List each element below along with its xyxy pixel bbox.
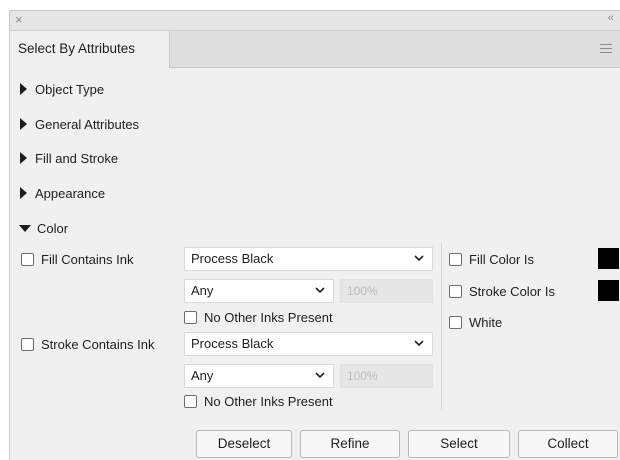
- chevron-down-icon: [315, 372, 325, 379]
- panel-tab-bar: Select By Attributes: [10, 31, 620, 68]
- chevron-down-icon: [414, 340, 424, 347]
- close-icon[interactable]: ×: [15, 12, 23, 27]
- triangle-right-icon: [20, 118, 27, 130]
- triangle-right-icon: [20, 152, 27, 164]
- fill-ink-select-value: Process Black: [191, 251, 274, 266]
- chevron-down-icon: [315, 287, 325, 294]
- deselect-button[interactable]: Deselect: [196, 430, 292, 458]
- stroke-tint-select-value: Any: [191, 368, 214, 383]
- triangle-right-icon: [20, 83, 27, 95]
- section-color[interactable]: Color: [19, 218, 69, 238]
- fill-no-other-inks-label: No Other Inks Present: [204, 309, 333, 325]
- stroke-no-other-inks-label: No Other Inks Present: [204, 393, 333, 409]
- section-label: General Attributes: [35, 116, 140, 132]
- stroke-ink-select[interactable]: Process Black: [184, 332, 433, 356]
- fill-color-is-label: Fill Color Is: [469, 251, 535, 267]
- stroke-contains-ink-row[interactable]: Stroke Contains Ink: [21, 335, 154, 353]
- fill-tint-select[interactable]: Any: [184, 279, 334, 303]
- fill-color-swatch[interactable]: [598, 248, 619, 269]
- select-by-attributes-panel: × ‹‹ Select By Attributes Object Type Ge…: [9, 10, 620, 460]
- section-label: Color: [37, 220, 69, 236]
- section-fill-and-stroke[interactable]: Fill and Stroke: [20, 148, 118, 168]
- column-divider: [441, 243, 442, 409]
- hamburger-menu-icon[interactable]: [600, 44, 612, 54]
- fill-tint-percent-field: 100%: [340, 279, 433, 303]
- select-button[interactable]: Select: [408, 430, 510, 458]
- collect-button[interactable]: Collect: [518, 430, 618, 458]
- stroke-color-swatch[interactable]: [598, 280, 619, 301]
- section-label: Appearance: [35, 185, 106, 201]
- stroke-tint-select[interactable]: Any: [184, 364, 334, 388]
- refine-button[interactable]: Refine: [300, 430, 400, 458]
- chevron-down-icon: [414, 255, 424, 262]
- collapse-panel-icon[interactable]: ‹‹: [608, 12, 614, 24]
- tab-select-by-attributes[interactable]: Select By Attributes: [10, 31, 170, 68]
- stroke-color-is-label: Stroke Color Is: [469, 283, 555, 299]
- fill-contains-ink-checkbox[interactable]: [21, 252, 34, 266]
- fill-color-is-row[interactable]: Fill Color Is: [449, 250, 534, 268]
- fill-tint-select-value: Any: [191, 283, 214, 298]
- fill-contains-ink-label: Fill Contains Ink: [41, 251, 134, 267]
- triangle-down-icon: [19, 224, 31, 232]
- section-label: Object Type: [35, 81, 105, 97]
- stroke-ink-select-value: Process Black: [191, 336, 274, 351]
- panel-title-strip: × ‹‹: [10, 11, 620, 31]
- white-checkbox[interactable]: [449, 315, 462, 329]
- stroke-color-is-checkbox[interactable]: [449, 284, 462, 298]
- section-label: Fill and Stroke: [35, 150, 119, 166]
- fill-no-other-inks-checkbox[interactable]: [184, 310, 197, 324]
- fill-color-is-checkbox[interactable]: [449, 252, 462, 266]
- section-object-type[interactable]: Object Type: [20, 79, 104, 99]
- fill-ink-select[interactable]: Process Black: [184, 247, 433, 271]
- triangle-right-icon: [20, 187, 27, 199]
- white-row[interactable]: White: [449, 313, 502, 331]
- stroke-contains-ink-label: Stroke Contains Ink: [41, 336, 155, 352]
- white-label: White: [469, 314, 503, 330]
- stroke-color-is-row[interactable]: Stroke Color Is: [449, 282, 555, 300]
- section-appearance[interactable]: Appearance: [20, 183, 105, 203]
- stroke-no-other-inks-row[interactable]: No Other Inks Present: [184, 392, 333, 410]
- stroke-contains-ink-checkbox[interactable]: [21, 337, 34, 351]
- section-general-attributes[interactable]: General Attributes: [20, 114, 139, 134]
- fill-contains-ink-row[interactable]: Fill Contains Ink: [21, 250, 133, 268]
- stroke-no-other-inks-checkbox[interactable]: [184, 394, 197, 408]
- stroke-tint-percent-field: 100%: [340, 364, 433, 388]
- fill-no-other-inks-row[interactable]: No Other Inks Present: [184, 308, 333, 326]
